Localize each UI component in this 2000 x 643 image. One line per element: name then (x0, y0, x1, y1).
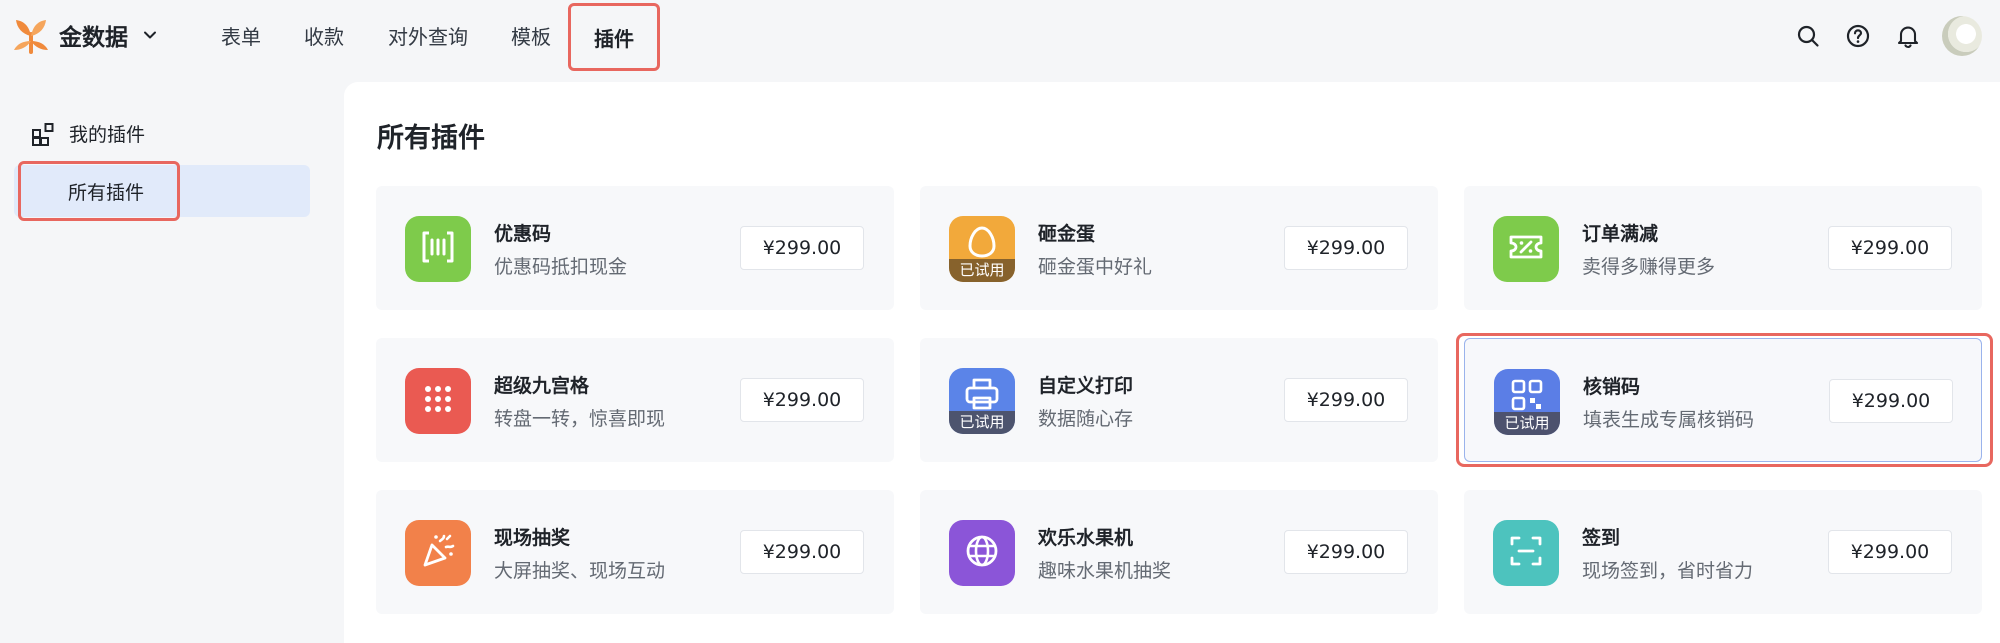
plugin-name: 签到 (1582, 527, 1621, 549)
plugin-card[interactable]: 签到 现场签到，省时省力 ¥299.00 (1464, 490, 1982, 614)
plugin-desc: 趣味水果机抽奖 (1038, 560, 1172, 582)
grid-dots-icon (405, 368, 471, 434)
help-icon[interactable] (1845, 23, 1871, 49)
plugin-name: 超级九宫格 (494, 375, 590, 397)
sidebar-item-label: 所有插件 (68, 182, 145, 204)
plugin-name: 订单满减 (1582, 223, 1659, 245)
brand-switcher[interactable]: 金数据 (12, 16, 158, 54)
price-button[interactable]: ¥299.00 (1284, 226, 1408, 270)
bell-icon[interactable] (1895, 23, 1921, 49)
brand-name: 金数据 (59, 25, 128, 51)
plugin-desc: 数据随心存 (1038, 408, 1134, 430)
plugin-desc: 优惠码抵扣现金 (494, 256, 628, 278)
qr-code-icon: 已试用 (1494, 369, 1560, 435)
plugin-card[interactable]: 现场抽奖 大屏抽奖、现场互动 ¥299.00 (376, 490, 894, 614)
top-bar: 金数据 表单 收款 对外查询 模板 插件 (0, 0, 2000, 74)
trial-badge: 已试用 (1494, 412, 1560, 435)
nav-tab-payments[interactable]: 收款 (304, 0, 344, 74)
sidebar: 我的插件 所有插件 (0, 74, 344, 643)
nav-tab-plugins[interactable]: 插件 (568, 3, 660, 71)
price-button[interactable]: ¥299.00 (740, 226, 864, 270)
plugin-desc: 砸金蛋中好礼 (1038, 256, 1153, 278)
price-button[interactable]: ¥299.00 (1828, 226, 1952, 270)
sidebar-section-label: 我的插件 (69, 124, 146, 146)
main-content: 所有插件 优惠码 优惠码抵扣现金 ¥299.00 已试用 砸金蛋 砸金蛋中好礼 … (344, 82, 2000, 643)
party-popper-icon (405, 520, 471, 586)
plugin-desc: 填表生成专属核销码 (1583, 409, 1755, 431)
ticket-icon (1493, 216, 1559, 282)
plugin-name: 优惠码 (494, 223, 552, 245)
nav-tab-external-query[interactable]: 对外查询 (388, 0, 468, 74)
price-button[interactable]: ¥299.00 (740, 378, 864, 422)
price-button[interactable]: ¥299.00 (1284, 530, 1408, 574)
plugin-desc: 大屏抽奖、现场互动 (494, 560, 666, 582)
scan-frame-icon (1493, 520, 1559, 586)
plugin-card[interactable]: 已试用 自定义打印 数据随心存 ¥299.00 (920, 338, 1438, 462)
price-button[interactable]: ¥299.00 (1828, 530, 1952, 574)
plugin-card[interactable]: 优惠码 优惠码抵扣现金 ¥299.00 (376, 186, 894, 310)
plugin-card[interactable]: 已试用 砸金蛋 砸金蛋中好礼 ¥299.00 (920, 186, 1438, 310)
brand-logo-icon (14, 20, 48, 54)
plugin-name: 砸金蛋 (1038, 223, 1096, 245)
coupon-scan-icon (405, 216, 471, 282)
trial-badge: 已试用 (949, 411, 1015, 434)
plugin-name: 自定义打印 (1038, 375, 1134, 397)
price-button[interactable]: ¥299.00 (1829, 379, 1953, 423)
plugin-card[interactable]: 超级九宫格 转盘一转，惊喜即现 ¥299.00 (376, 338, 894, 462)
plugin-name: 欢乐水果机 (1038, 527, 1134, 549)
globe-icon (949, 520, 1015, 586)
plugins-grid-icon (32, 122, 54, 146)
chevron-down-icon (144, 31, 156, 39)
egg-icon: 已试用 (949, 216, 1015, 282)
nav-tab-templates[interactable]: 模板 (511, 0, 551, 74)
plugin-desc: 现场签到，省时省力 (1582, 560, 1754, 582)
price-button[interactable]: ¥299.00 (1284, 378, 1408, 422)
plugin-card[interactable]: 订单满减 卖得多赚得更多 ¥299.00 (1464, 186, 1982, 310)
plugin-desc: 卖得多赚得更多 (1582, 256, 1716, 278)
page-title: 所有插件 (377, 123, 485, 154)
price-button[interactable]: ¥299.00 (740, 530, 864, 574)
nav-tab-forms[interactable]: 表单 (221, 0, 261, 74)
trial-badge: 已试用 (949, 259, 1015, 282)
avatar[interactable] (1942, 16, 1982, 56)
plugin-name: 核销码 (1583, 376, 1641, 398)
sidebar-section-my-plugins[interactable]: 我的插件 (31, 120, 145, 147)
plugin-desc: 转盘一转，惊喜即现 (494, 408, 666, 430)
printer-icon: 已试用 (949, 368, 1015, 434)
plugin-card[interactable]: 欢乐水果机 趣味水果机抽奖 ¥299.00 (920, 490, 1438, 614)
plugin-name: 现场抽奖 (494, 527, 571, 549)
search-icon[interactable] (1795, 23, 1821, 49)
plugin-card[interactable]: 已试用 核销码 填表生成专属核销码 ¥299.00 (1464, 338, 1982, 462)
